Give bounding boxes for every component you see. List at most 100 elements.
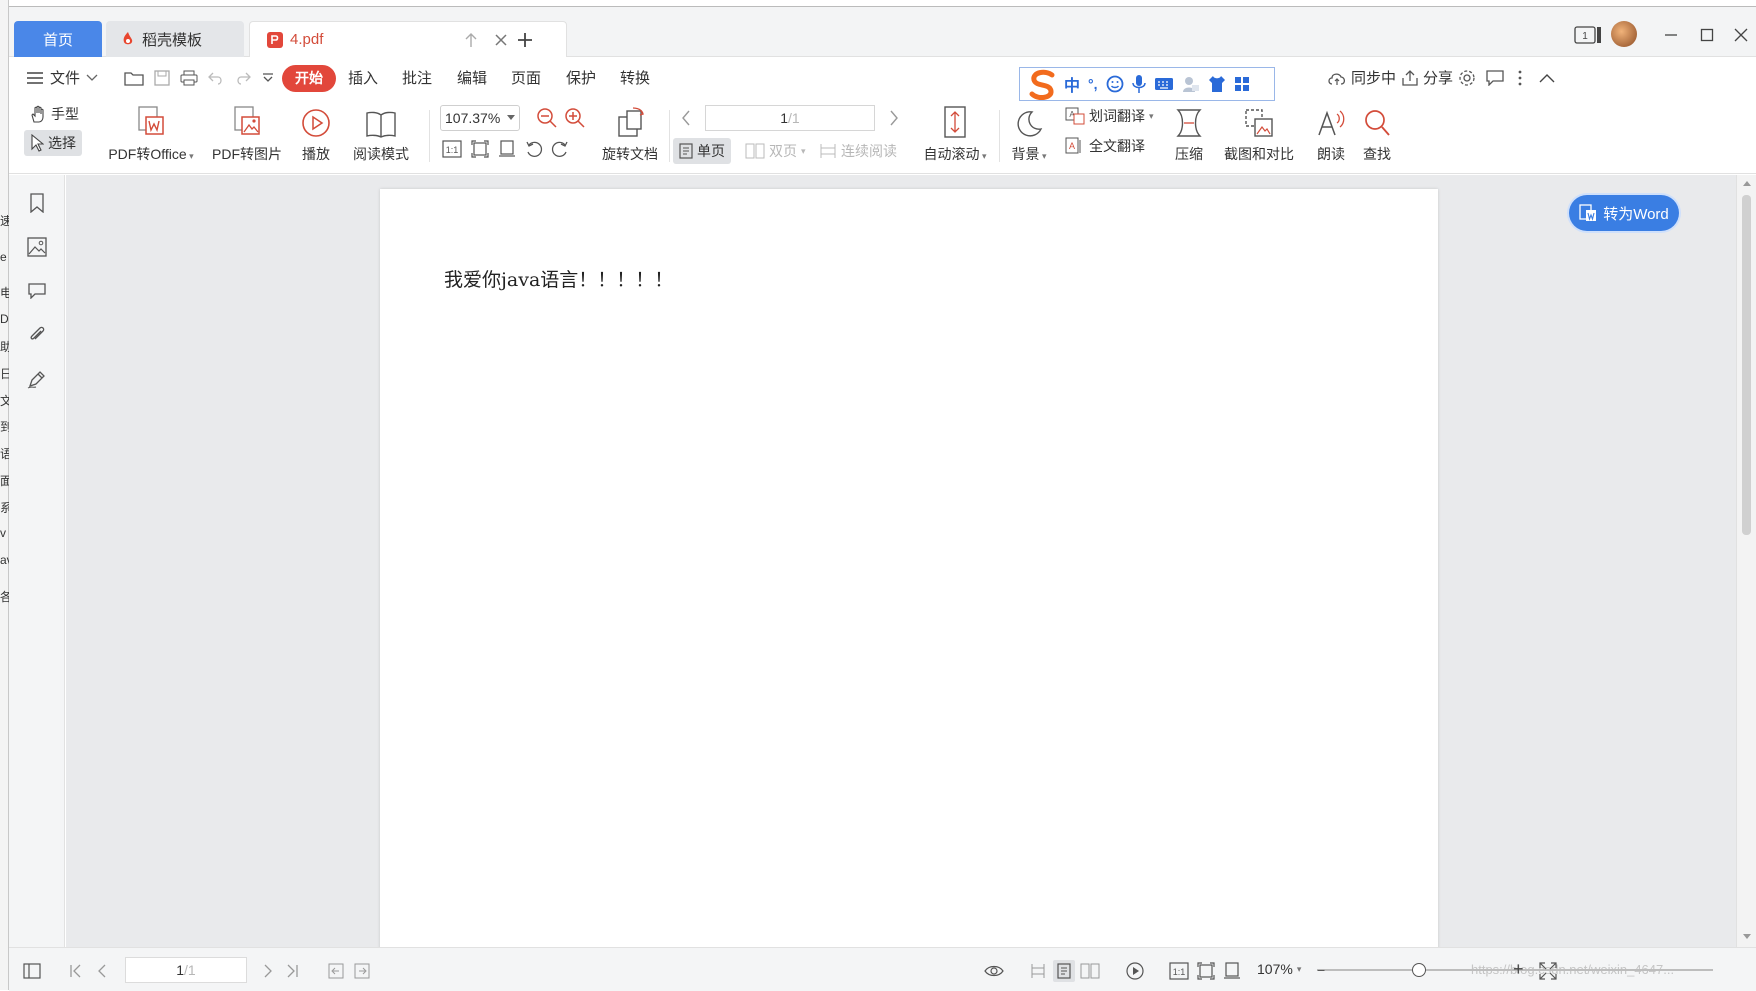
scroll-up-icon[interactable] [1742,179,1752,187]
bookmark-icon[interactable] [25,191,49,215]
attachment-icon[interactable] [25,323,49,347]
quick-access-more-icon[interactable] [260,68,276,88]
comment-icon[interactable] [25,279,49,303]
auto-scroll-button[interactable]: 自动滚动 ▾ [915,102,995,164]
menu-convert[interactable]: 转换 [620,67,650,88]
open-folder-icon[interactable] [123,68,145,88]
sync-status[interactable]: 同步中 [1327,67,1396,88]
double-page-button[interactable]: 双页 ▾ [745,141,806,161]
compress-button[interactable]: 压缩 [1167,102,1211,164]
background-char: v [0,526,6,540]
word-translate-button[interactable]: A 划词翻译 ▾ [1065,106,1154,126]
fit-page-icon[interactable] [469,138,491,160]
fullscreen-icon[interactable] [1537,960,1559,982]
undo-icon[interactable] [206,68,226,88]
vertical-scrollbar[interactable] [1736,175,1756,947]
toggle-sidebar-icon[interactable] [21,960,43,982]
print-icon[interactable] [179,68,199,88]
page-number-input[interactable]: 1/1 [705,105,875,131]
fit-width-icon[interactable] [496,138,518,160]
share-button[interactable]: 分享 [1401,67,1453,88]
minimize-icon[interactable] [1661,25,1681,45]
thumbnail-image-icon[interactable] [25,235,49,259]
fit-width-status-icon[interactable] [1221,960,1243,982]
window-layout-icon[interactable]: 1 [1574,24,1602,46]
user-avatar[interactable] [1611,21,1637,47]
zoom-in-icon[interactable] [563,106,587,130]
zoom-slider-minus-icon[interactable]: − [1317,962,1325,978]
background-button[interactable]: 背景 ▾ [1005,102,1053,164]
hand-icon [31,105,44,123]
collapse-ribbon-icon[interactable] [1537,68,1557,88]
tab-home[interactable]: 首页 [14,21,102,57]
double-page-view-icon[interactable] [1079,960,1101,982]
read-mode-button[interactable]: 阅读模式 [347,102,415,164]
single-page-button[interactable]: 单页 [673,138,731,164]
cloud-sync-icon [1328,72,1346,85]
screenshot-compare-button[interactable]: 截图和对比 [1217,102,1301,164]
redo-icon[interactable] [233,68,253,88]
fit-page-status-icon[interactable] [1195,960,1217,982]
menu-start[interactable]: 开始 [282,65,336,92]
menu-page[interactable]: 页面 [511,67,541,88]
full-translate-button[interactable]: A 全文翻译 [1065,136,1145,156]
eye-protection-icon[interactable] [983,960,1005,982]
status-page-total: /1 [184,962,196,978]
signature-icon[interactable] [25,367,49,391]
new-tab-plus-icon[interactable] [514,29,536,51]
hand-tool-button[interactable]: 手型 [29,104,79,124]
pin-tab-icon[interactable] [462,31,480,49]
continuous-view-icon[interactable] [1027,960,1049,982]
comment-feedback-icon[interactable] [1485,68,1505,88]
actual-size-status-icon[interactable]: 1:1 [1168,960,1190,982]
slideshow-play-icon[interactable] [1124,960,1146,982]
pdf-to-office-button[interactable]: PDF转Office ▾ [101,102,201,164]
single-page-view-icon[interactable] [1053,960,1075,982]
play-button[interactable]: 播放 [289,102,343,164]
zoom-slider-plus-icon[interactable]: + [1513,959,1524,980]
status-zoom-select[interactable]: 107% ▾ [1257,961,1301,977]
close-tab-icon[interactable] [492,31,510,49]
menu-insert[interactable]: 插入 [348,67,378,88]
zoom-slider-thumb[interactable] [1412,963,1426,977]
file-menu[interactable]: 文件 [26,67,98,88]
window-layout-badge: 1 [1582,31,1588,42]
convert-to-word-button[interactable]: 转为Word [1569,195,1679,231]
prev-page-icon[interactable] [677,108,695,128]
next-page-icon[interactable] [885,108,903,128]
scroll-down-icon[interactable] [1742,933,1752,941]
document-viewport[interactable]: 我爱你java语言！！！！！ [66,175,1756,961]
rotate-right-icon[interactable] [549,138,571,160]
ime-punctuation: °, [1088,76,1098,92]
actual-size-icon[interactable]: 1:1 [441,138,463,160]
read-mode-label: 阅读模式 [353,146,409,162]
ime-toolbar[interactable]: 中 °, [1019,67,1275,101]
pdf-to-image-button[interactable]: PDF转图片 [205,102,289,164]
read-aloud-button[interactable]: 朗读 [1313,102,1349,164]
maximize-icon[interactable] [1697,25,1717,45]
select-tool-button[interactable]: 选择 [24,130,82,156]
tshirt-icon [1208,76,1225,92]
previous-page-icon[interactable] [91,960,113,982]
menu-protect[interactable]: 保护 [566,67,596,88]
continuous-read-button[interactable]: 连续阅读 [819,141,897,161]
scrollbar-thumb[interactable] [1742,195,1751,535]
history-forward-icon[interactable] [351,960,373,982]
history-back-icon[interactable] [325,960,347,982]
save-icon[interactable] [152,68,172,88]
last-page-icon[interactable] [281,960,303,982]
menu-edit[interactable]: 编辑 [457,67,487,88]
menu-annotate[interactable]: 批注 [402,67,432,88]
next-page-status-icon[interactable] [257,960,279,982]
status-page-input[interactable]: 1/1 [125,957,247,983]
find-button[interactable]: 查找 [1359,102,1395,164]
zoom-out-icon[interactable] [535,106,559,130]
settings-gear-icon[interactable] [1457,68,1477,88]
rotate-left-icon[interactable] [523,138,545,160]
tab-template[interactable]: 稻壳模板 [106,21,244,57]
zoom-input[interactable]: 107.37% [440,105,520,131]
more-vertical-icon[interactable] [1513,68,1527,88]
first-page-icon[interactable] [65,960,87,982]
rotate-document-button[interactable]: 旋转文档 [595,102,665,164]
close-window-icon[interactable] [1731,25,1751,45]
